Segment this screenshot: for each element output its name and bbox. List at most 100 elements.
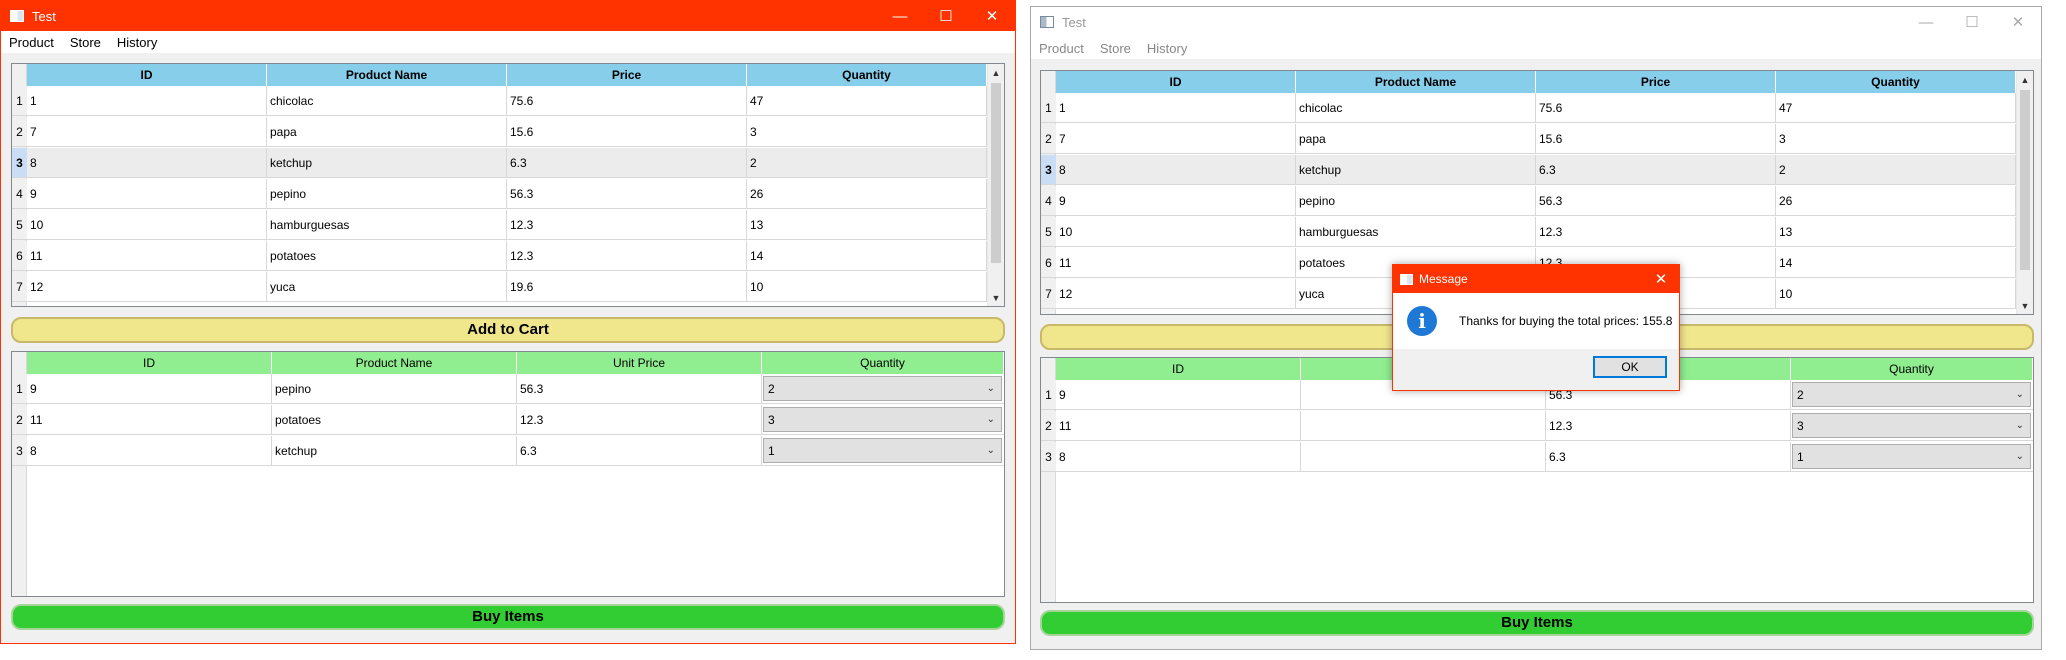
menu-product[interactable]: Product: [9, 35, 54, 50]
header-id[interactable]: ID: [27, 352, 272, 374]
title-bar[interactable]: Test — ☐ ✕: [1, 1, 1015, 31]
table-row[interactable]: 4 9 pepino 56.3 26: [12, 179, 987, 209]
minimize-button[interactable]: —: [1903, 7, 1949, 37]
quantity-dropdown[interactable]: 1 ⌄: [1792, 444, 2031, 469]
quantity-cell: 3 ⌄: [1791, 411, 2033, 440]
quantity-cell: 2 ⌄: [762, 374, 1004, 403]
header-product-name[interactable]: Product Name: [267, 64, 507, 86]
table-row-selected[interactable]: 3 8 ketchup 6.3 2: [1041, 155, 2016, 185]
table-row[interactable]: 2 11 potatoes 12.3 3 ⌄: [12, 405, 1004, 435]
window-title: Test: [1062, 14, 1086, 30]
quantity-dropdown[interactable]: 3 ⌄: [763, 407, 1002, 432]
table-row-selected[interactable]: 3 8 ketchup 6.3 2: [12, 148, 987, 178]
cell-unit-price: 6.3: [1546, 442, 1791, 471]
table-row[interactable]: 2 7 papa 15.6 3: [1041, 124, 2016, 154]
ok-button[interactable]: OK: [1593, 356, 1667, 378]
app-icon: [1040, 16, 1054, 28]
quantity-dropdown[interactable]: 2 ⌄: [763, 376, 1002, 401]
cell-name: yuca: [267, 272, 507, 301]
header-quantity[interactable]: Quantity: [747, 64, 987, 86]
table-row[interactable]: 3 8 ketchup 6.3 1 ⌄: [12, 436, 1004, 466]
cell-id: 7: [1056, 124, 1296, 153]
header-quantity[interactable]: Quantity: [762, 352, 1004, 374]
buy-items-button[interactable]: Buy Items: [1040, 610, 2034, 636]
header-id[interactable]: ID: [1056, 358, 1301, 380]
header-quantity[interactable]: Quantity: [1791, 358, 2033, 380]
cart-table[interactable]: ID Product Name Unit Price Quantity 1 9 …: [11, 351, 1005, 597]
table-row[interactable]: 7 12 yuca 19.6 10: [12, 272, 987, 302]
table-row[interactable]: 5 10 hamburguesas 12.3 13: [12, 210, 987, 240]
cell-name: hamburguesas: [1296, 217, 1536, 246]
table-row[interactable]: 2 11 12.3 3 ⌄: [1041, 411, 2033, 441]
menu-history[interactable]: History: [117, 35, 157, 50]
cell-name: pepino: [272, 374, 517, 403]
row-number: 5: [12, 210, 27, 239]
menu-product[interactable]: Product: [1039, 41, 1084, 56]
quantity-cell: 3 ⌄: [762, 405, 1004, 434]
cell-quantity: 26: [747, 179, 987, 208]
cell-quantity: 10: [1776, 279, 2016, 308]
chevron-down-icon: ⌄: [2015, 451, 2024, 462]
minimize-button[interactable]: —: [877, 1, 923, 31]
table-row[interactable]: 1 9 pepino 56.3 2 ⌄: [12, 374, 1004, 404]
add-to-cart-button[interactable]: Add to Cart: [11, 317, 1005, 343]
table-row[interactable]: 5 10 hamburguesas 12.3 13: [1041, 217, 2016, 247]
close-button[interactable]: ✕: [969, 1, 1015, 31]
menu-store[interactable]: Store: [1100, 41, 1131, 56]
products-table-header: ID Product Name Price Quantity: [27, 64, 987, 86]
buy-items-button[interactable]: Buy Items: [11, 604, 1005, 630]
maximize-button[interactable]: ☐: [1949, 7, 1995, 37]
scroll-thumb[interactable]: [991, 83, 1001, 263]
cell-unit-price: 6.3: [517, 436, 762, 465]
vertical-scrollbar[interactable]: ▲ ▼: [987, 64, 1004, 306]
scroll-down-icon[interactable]: ▼: [2017, 297, 2033, 314]
products-table-header: ID Product Name Price Quantity: [1056, 71, 2016, 93]
cell-id: 12: [1056, 279, 1296, 308]
cell-name: [1301, 442, 1546, 471]
cell-id: 10: [27, 210, 267, 239]
cell-id: 8: [27, 148, 267, 177]
header-unit-price[interactable]: Unit Price: [517, 352, 762, 374]
row-number: 1: [1041, 93, 1056, 122]
row-number: 3: [12, 436, 27, 465]
header-id[interactable]: ID: [1056, 71, 1296, 93]
table-row[interactable]: 1 1 chicolac 75.6 47: [12, 86, 987, 116]
header-price[interactable]: Price: [507, 64, 747, 86]
quantity-value: 1: [768, 443, 775, 458]
quantity-dropdown[interactable]: 1 ⌄: [763, 438, 1002, 463]
cell-unit-price: 12.3: [517, 405, 762, 434]
header-product-name[interactable]: Product Name: [1296, 71, 1536, 93]
scroll-down-icon[interactable]: ▼: [988, 289, 1004, 306]
dialog-title-bar[interactable]: Message ✕: [1393, 265, 1679, 293]
header-quantity[interactable]: Quantity: [1776, 71, 2016, 93]
close-button[interactable]: ✕: [1995, 7, 2041, 37]
cell-quantity: 13: [747, 210, 987, 239]
menu-store[interactable]: Store: [70, 35, 101, 50]
cell-price: 12.3: [507, 210, 747, 239]
products-table[interactable]: ID Product Name Price Quantity 1 1 chico…: [11, 63, 1005, 307]
quantity-value: 2: [1797, 387, 1804, 402]
quantity-dropdown[interactable]: 2 ⌄: [1792, 382, 2031, 407]
scroll-up-icon[interactable]: ▲: [2017, 71, 2033, 88]
table-row[interactable]: 6 11 potatoes 12.3 14: [12, 241, 987, 271]
menu-history[interactable]: History: [1147, 41, 1187, 56]
row-number: 2: [12, 117, 27, 146]
maximize-button[interactable]: ☐: [923, 1, 969, 31]
table-row[interactable]: 3 8 6.3 1 ⌄: [1041, 442, 2033, 472]
dialog-close-button[interactable]: ✕: [1643, 270, 1679, 288]
scroll-up-icon[interactable]: ▲: [988, 64, 1004, 81]
scroll-thumb[interactable]: [2020, 90, 2030, 270]
table-row[interactable]: 1 1 chicolac 75.6 47: [1041, 93, 2016, 123]
cell-id: 8: [1056, 442, 1301, 471]
table-row[interactable]: 4 9 pepino 56.3 26: [1041, 186, 2016, 216]
header-price[interactable]: Price: [1536, 71, 1776, 93]
title-bar[interactable]: Test — ☐ ✕: [1031, 7, 2041, 37]
cell-name: hamburguesas: [267, 210, 507, 239]
app-window-active: Test — ☐ ✕ Product Store History ID Prod…: [0, 0, 1016, 644]
header-product-name[interactable]: Product Name: [272, 352, 517, 374]
header-id[interactable]: ID: [27, 64, 267, 86]
quantity-dropdown[interactable]: 3 ⌄: [1792, 413, 2031, 438]
vertical-scrollbar[interactable]: ▲ ▼: [2016, 71, 2033, 314]
cart-table[interactable]: ID Pro ce Quantity 1 9 56.3 2⌄ 2 11 12.3…: [1040, 357, 2034, 603]
table-row[interactable]: 2 7 papa 15.6 3: [12, 117, 987, 147]
